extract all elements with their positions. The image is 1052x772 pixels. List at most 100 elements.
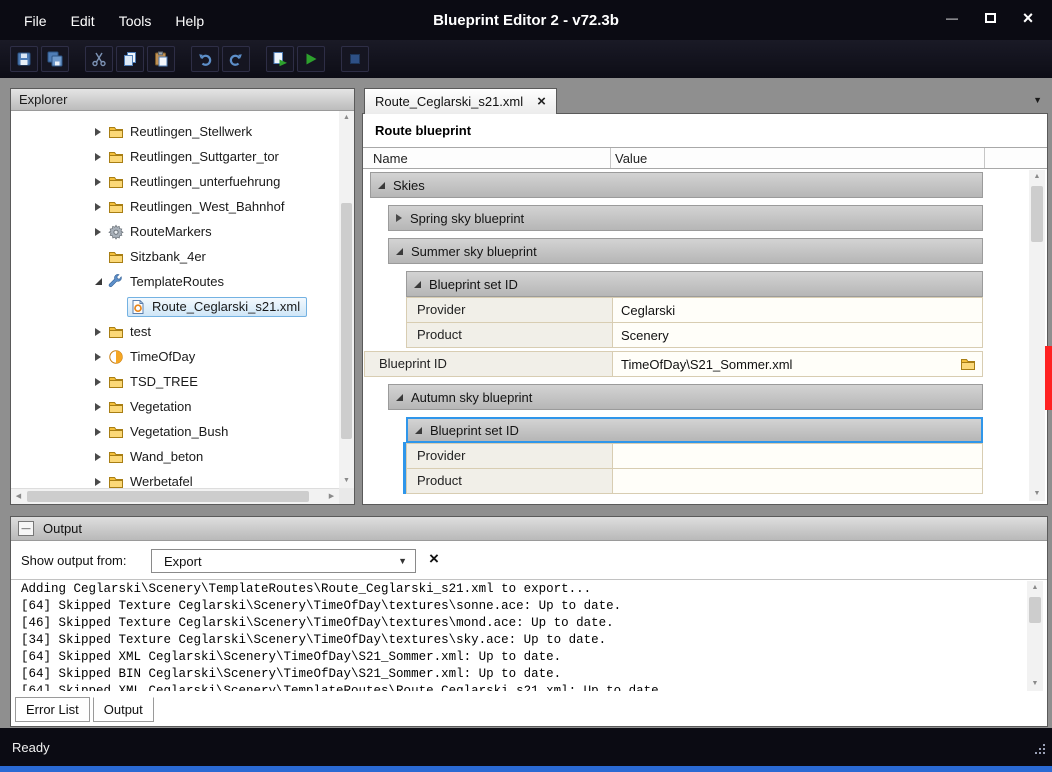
expander-collapsed-icon[interactable] [91,403,105,411]
title-bar: FileEditToolsHelp Blueprint Editor 2 - v… [0,0,1052,40]
browse-folder-icon[interactable] [960,356,976,372]
grid-category-summer-sky-blueprint[interactable]: Summer sky blueprint [388,238,983,264]
cut-icon [91,51,107,67]
close-button[interactable]: × [1014,8,1042,28]
clear-output-button[interactable]: × [429,549,439,569]
expanded-expander-icon[interactable] [396,248,403,255]
output-source-select[interactable]: Export ▼ [151,549,416,573]
tree-item-vegetation-bush[interactable]: Vegetation_Bush [11,419,339,444]
tree-item-label: Sitzbank_4er [130,249,206,264]
column-separator[interactable] [610,148,611,168]
scrollbar-thumb[interactable] [1031,186,1043,242]
expanded-expander-icon[interactable] [414,281,421,288]
scroll-down-icon[interactable]: ▼ [1029,487,1045,501]
tree-item-vegetation[interactable]: Vegetation [11,394,339,419]
collapsed-expander-icon[interactable] [396,214,402,222]
tree-item-test[interactable]: test [11,319,339,344]
menu-help[interactable]: Help [165,11,214,31]
expanded-expander-icon[interactable] [378,182,385,189]
grid-category-spring-sky-blueprint[interactable]: Spring sky blueprint [388,205,983,231]
expander-collapsed-icon[interactable] [91,153,105,161]
expanded-expander-icon[interactable] [415,427,422,434]
save-button[interactable] [10,46,38,72]
grid-category-blueprint-set-id[interactable]: Blueprint set ID [406,271,983,297]
scrollbar-thumb[interactable] [341,203,352,439]
property-value[interactable]: Ceglarski [612,297,983,323]
resize-grip-icon[interactable] [1043,752,1045,754]
tree-item-reutlingen-suttgarter-tor[interactable]: Reutlingen_Suttgarter_tor [11,144,339,169]
tree-item-timeofday[interactable]: TimeOfDay [11,344,339,369]
menu-file[interactable]: File [14,11,57,31]
minimize-icon: — [946,11,958,25]
tree-item-label: test [130,324,151,339]
expander-collapsed-icon[interactable] [91,353,105,361]
undo-button[interactable] [191,46,219,72]
copy-button[interactable] [116,46,144,72]
run-export-button[interactable] [297,46,325,72]
expander-collapsed-icon[interactable] [91,428,105,436]
scrollbar-thumb[interactable] [1029,597,1041,623]
scroll-up-icon[interactable]: ▲ [1029,170,1045,184]
expander-collapsed-icon[interactable] [91,328,105,336]
scroll-left-icon[interactable]: ◀ [11,489,26,504]
save-all-button[interactable] [41,46,69,72]
property-value[interactable]: TimeOfDay\S21_Sommer.xml [612,351,983,377]
collapse-output-button[interactable]: — [18,521,34,536]
expanded-expander-icon[interactable] [396,394,403,401]
tree-item-reutlingen-west-bahnhof[interactable]: Reutlingen_West_Bahnhof [11,194,339,219]
maximize-button[interactable] [976,8,1004,28]
scroll-down-icon[interactable]: ▼ [1027,677,1043,691]
property-value[interactable] [612,443,983,469]
scroll-up-icon[interactable]: ▲ [339,111,354,125]
tree-item-wand-beton[interactable]: Wand_beton [11,444,339,469]
paste-button[interactable] [147,46,175,72]
minimize-button[interactable]: — [938,8,966,28]
property-value[interactable]: Scenery [612,322,983,348]
tab-list-dropdown-icon[interactable]: ▼ [1033,95,1042,105]
column-header-value[interactable]: Value [615,151,647,166]
column-separator[interactable] [984,148,985,168]
tab-output[interactable]: Output [93,697,154,722]
close-tab-icon[interactable]: × [537,96,546,108]
expander-collapsed-icon[interactable] [91,228,105,236]
column-header-name[interactable]: Name [373,151,408,166]
grid-category-blueprint-set-id[interactable]: Blueprint set ID [406,417,983,443]
expander-collapsed-icon[interactable] [91,178,105,186]
tree-node-box: Wand_beton [105,447,210,467]
wrench-icon [108,274,125,290]
cut-button[interactable] [85,46,113,72]
tree-item-werbetafel[interactable]: Werbetafel [11,469,339,488]
tree-item-reutlingen-unterfuehrung[interactable]: Reutlingen_unterfuehrung [11,169,339,194]
expander-expanded-icon[interactable] [91,278,105,285]
expander-collapsed-icon[interactable] [91,128,105,136]
menu-tools[interactable]: Tools [109,11,162,31]
property-value[interactable] [612,468,983,494]
tab-route-ceglarski-s21[interactable]: Route_Ceglarski_s21.xml × [364,88,557,114]
tree-item-tsd-tree[interactable]: TSD_TREE [11,369,339,394]
tab-error-list[interactable]: Error List [15,697,90,722]
stop-button[interactable] [341,46,369,72]
explorer-vertical-scrollbar[interactable]: ▲ ▼ [339,111,354,488]
expander-collapsed-icon[interactable] [91,453,105,461]
menu-edit[interactable]: Edit [61,11,105,31]
scroll-down-icon[interactable]: ▼ [339,474,354,488]
tree-item-routemarkers[interactable]: RouteMarkers [11,219,339,244]
tree-item-sitzbank-4er[interactable]: Sitzbank_4er [11,244,339,269]
tree-item-route-ceglarski-s21-xml[interactable]: Route_Ceglarski_s21.xml [11,294,339,319]
tree-item-reutlingen-stellwerk[interactable]: Reutlingen_Stellwerk [11,119,339,144]
tree-item-templateroutes[interactable]: TemplateRoutes [11,269,339,294]
explorer-horizontal-scrollbar[interactable]: ◀ ▶ [11,488,339,504]
expander-collapsed-icon[interactable] [91,203,105,211]
expander-collapsed-icon[interactable] [91,478,105,486]
tree-item-label: Reutlingen_Suttgarter_tor [130,149,279,164]
scrollbar-thumb[interactable] [27,491,309,502]
grid-category-skies[interactable]: Skies [370,172,983,198]
export-button[interactable] [266,46,294,72]
scroll-up-icon[interactable]: ▲ [1027,581,1043,595]
output-vertical-scrollbar[interactable]: ▲ ▼ [1027,581,1043,691]
scroll-right-icon[interactable]: ▶ [324,489,339,504]
redo-button[interactable] [222,46,250,72]
grid-category-autumn-sky-blueprint[interactable]: Autumn sky blueprint [388,384,983,410]
expander-collapsed-icon[interactable] [91,378,105,386]
editor-vertical-scrollbar[interactable]: ▲ ▼ [1029,170,1045,501]
